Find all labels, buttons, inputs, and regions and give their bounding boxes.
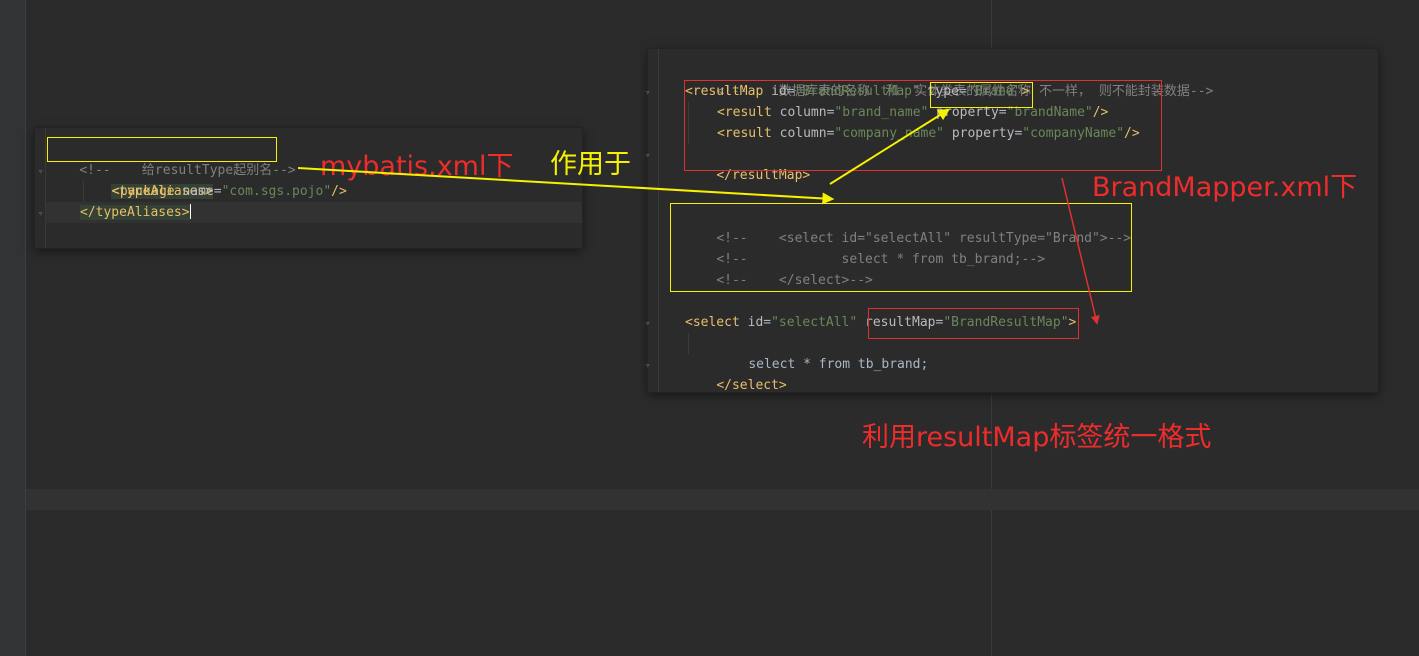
code-line[interactable]: <result column="brand_name" property="br… — [717, 102, 1108, 123]
select-tag-name: select — [692, 315, 740, 330]
select-resultmap-value: "BrandResultMap" — [943, 315, 1069, 330]
code-line[interactable]: select * from tb_brand; — [717, 333, 928, 372]
summary-label: 利用resultMap标签统一格式 — [862, 422, 1212, 453]
fold-icon[interactable]: ▿ — [38, 209, 43, 219]
mybatis-xml-label: mybatis.xml下 — [320, 151, 514, 182]
code-line[interactable]: <!-- 给resultType起别名--> — [48, 139, 295, 178]
result-column-value: "company_name" — [834, 126, 944, 141]
applies-to-label: 作用于 — [550, 149, 631, 180]
commented-select-line: <!-- </select>--> — [716, 273, 873, 288]
equals-sign: = — [213, 184, 222, 199]
tag-open-bracket: < — [685, 315, 693, 330]
resultmap-tag-name: resultMap — [692, 84, 764, 99]
select-close-tag: </select> — [716, 378, 787, 393]
code-line[interactable]: </resultMap> — [685, 144, 810, 183]
resultmap-id-attr: id — [771, 84, 787, 99]
equals-sign: = — [763, 315, 772, 330]
equals-sign: = — [958, 84, 967, 99]
resultmap-type-attr: type — [927, 84, 959, 99]
result-property-value: "brandName" — [1006, 105, 1093, 120]
code-line[interactable]: </select> — [685, 354, 786, 393]
result-property-value: "companyName" — [1022, 126, 1125, 141]
resultmap-type-value: "Brand" — [966, 84, 1022, 99]
current-line-highlight — [26, 489, 1419, 510]
code-line[interactable]: <result column="company_name" property="… — [717, 123, 1140, 144]
package-name-value: "com.sgs.pojo" — [221, 184, 332, 199]
result-self-close: /> — [1124, 126, 1140, 141]
result-tag: <result — [717, 126, 772, 141]
resultmap-close-tag: </resultMap> — [716, 168, 811, 183]
indent-guide — [688, 333, 689, 354]
select-id-attr: id — [747, 315, 764, 330]
snippet-gutter — [648, 49, 659, 392]
brand-mapper-snippet: ▿ ▿ ▿ ▿ <!-- 数据库表的名称 和 实体类表的属性名称 不一样， 则不… — [645, 49, 1378, 393]
select-resultmap-attr: resultMap — [865, 315, 936, 330]
tag-close-bracket: > — [1021, 84, 1030, 99]
result-column-value: "brand_name" — [834, 105, 929, 120]
equals-sign: = — [998, 105, 1007, 120]
fold-icon[interactable]: ▿ — [645, 319, 650, 329]
fold-icon[interactable]: ▿ — [645, 361, 650, 371]
editor-gutter — [0, 0, 26, 656]
result-self-close: /> — [1092, 105, 1109, 120]
code-line[interactable]: </typeAliases> — [80, 202, 191, 223]
equals-sign: = — [786, 84, 795, 99]
result-column-attr: column — [779, 126, 827, 141]
code-line[interactable]: <select id="selectAll" resultMap="BrandR… — [685, 312, 1076, 333]
code-line[interactable]: <!-- 数据库表的名称 和 实体类表的属性名称 不一样， 则不能封装数据--> — [685, 60, 1213, 99]
tag-open-bracket: < — [685, 84, 693, 99]
brandmapper-xml-label: BrandMapper.xml下 — [1092, 172, 1358, 203]
fold-icon[interactable]: ▿ — [38, 167, 43, 177]
package-self-close: /> — [331, 184, 347, 199]
code-line[interactable]: <resultMap id="BrandResultMap" type="Bra… — [685, 81, 1029, 102]
package-name-attr: name — [182, 184, 214, 199]
package-tag: <package — [112, 184, 175, 199]
select-id-value: "selectAll" — [771, 315, 858, 330]
text-caret — [189, 204, 191, 219]
typealiases-close-tag: </typeAliases> — [80, 205, 190, 220]
code-line[interactable]: <!-- <select id="selectAll" resultType="… — [685, 207, 1131, 246]
code-line[interactable]: <package name="com.sgs.pojo"/> — [112, 181, 347, 202]
code-line[interactable]: <!-- select * from tb_brand;--> — [685, 228, 1045, 267]
result-column-attr: column — [779, 105, 827, 120]
resultmap-id-value: "BrandResultMap" — [794, 84, 920, 99]
result-property-attr: property — [936, 105, 999, 120]
code-line[interactable]: <typeAliases> — [80, 160, 214, 199]
result-property-attr: property — [951, 126, 1015, 141]
fold-icon[interactable]: ▿ — [645, 151, 650, 161]
snippet-gutter — [35, 128, 46, 248]
code-line[interactable]: <!-- </select>--> — [685, 249, 873, 288]
tag-close-bracket: > — [1068, 315, 1077, 330]
result-tag: <result — [717, 105, 772, 120]
fold-icon[interactable]: ▿ — [645, 88, 650, 98]
